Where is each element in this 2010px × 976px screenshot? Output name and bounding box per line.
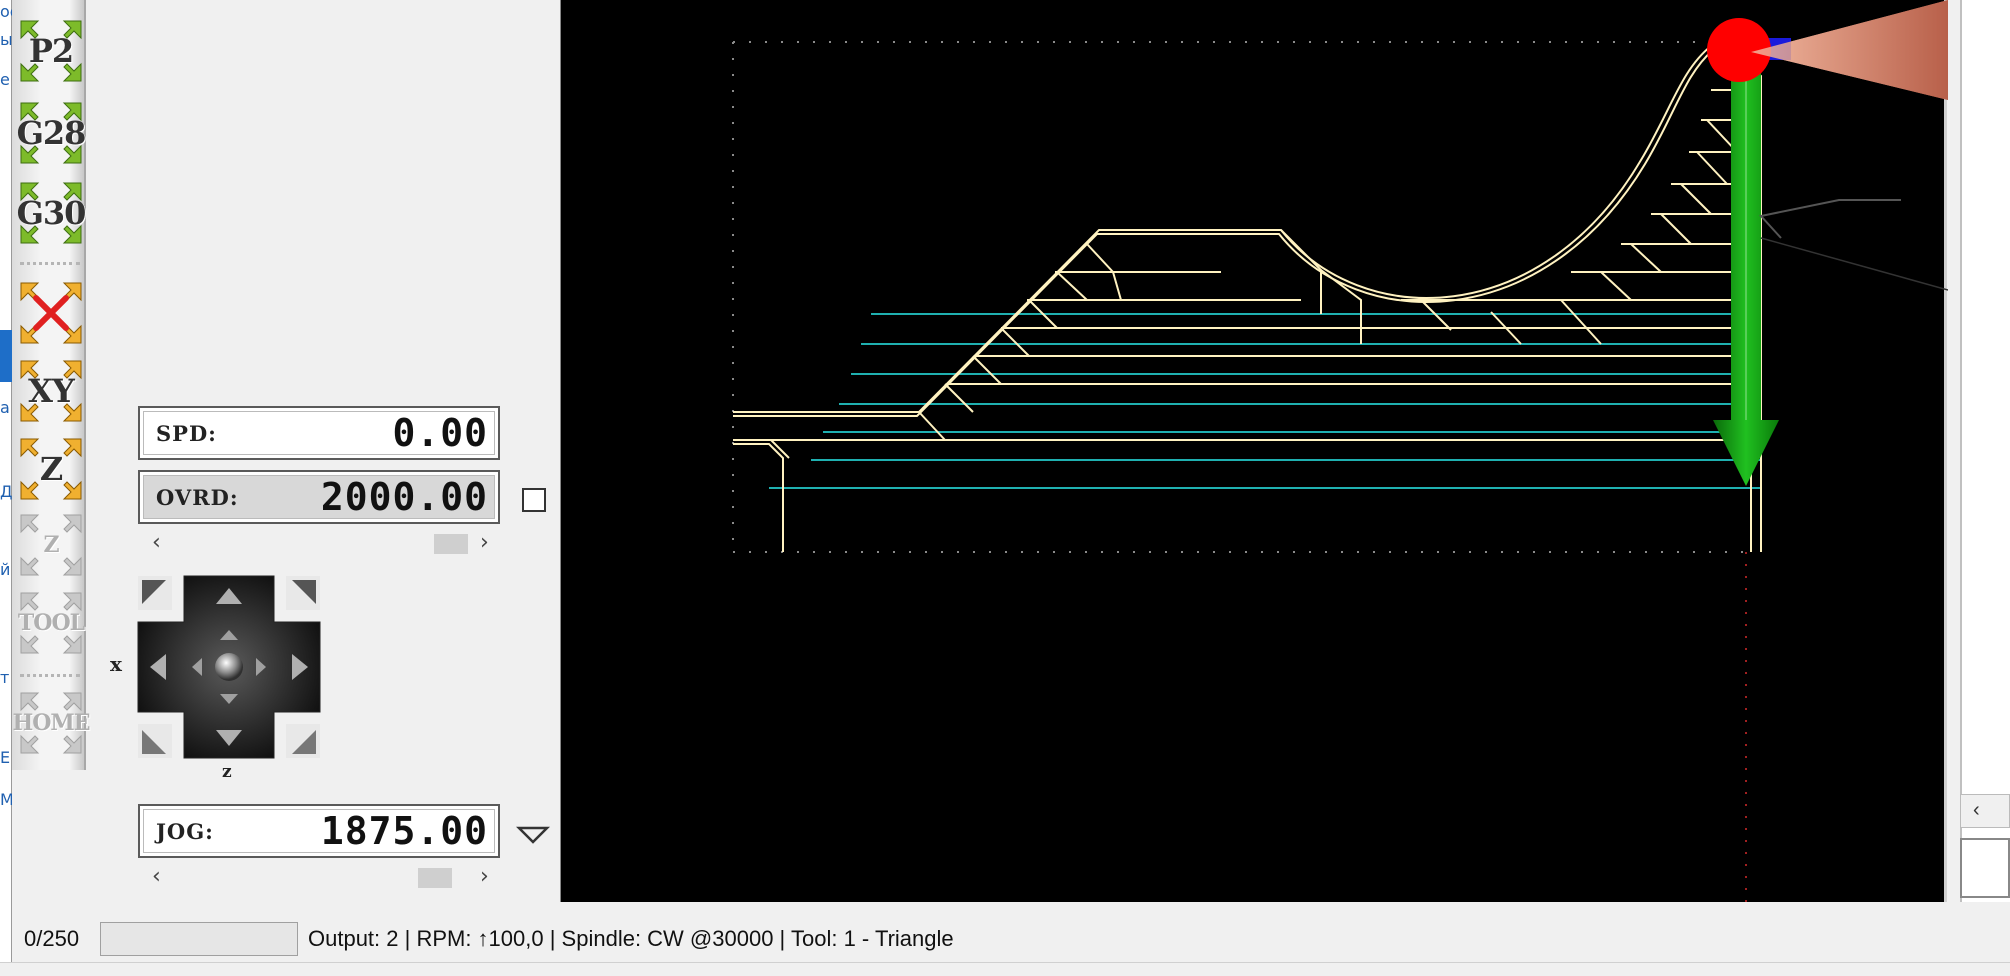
toolbar-icon-label: Z: [43, 532, 59, 558]
line-counter: 0/250: [24, 926, 80, 951]
window-bottom-edge: [0, 962, 2010, 976]
scroll-left-arrow[interactable]: ‹: [1973, 799, 1980, 822]
g28-icon[interactable]: G28: [16, 100, 87, 166]
toolbar-icon-label: P2: [28, 32, 74, 70]
toolbar-icon-label: G28: [16, 114, 87, 152]
scroll-right-arrow[interactable]: ›: [480, 530, 489, 556]
override-value: 2000.00: [320, 475, 488, 519]
chevron-down-icon: [515, 826, 551, 844]
toolbar-icon-label: XY: [28, 372, 75, 410]
jog-z-axis-label: z: [222, 762, 232, 782]
zero-z-icon[interactable]: Z: [18, 436, 84, 502]
spindle-speed-field[interactable]: SPD: 0.00: [138, 406, 500, 460]
override-field[interactable]: OVRD: 2000.00: [138, 470, 500, 524]
machine-toolbar: P2 G28 G30 XY Z Z TOOL HOME: [12, 0, 91, 770]
scroll-thumb[interactable]: [418, 868, 452, 888]
jog-up-left-button[interactable]: [138, 576, 172, 610]
progress-bar: [100, 922, 298, 956]
jog-down-left-button[interactable]: [138, 724, 172, 758]
spindle-speed-label: SPD:: [156, 420, 217, 446]
jog-up-right-button[interactable]: [286, 576, 320, 610]
override-label: OVRD:: [156, 484, 239, 510]
jog-x-axis-label: x: [110, 652, 122, 676]
probe-z-icon[interactable]: Z: [18, 512, 84, 578]
p2-icon[interactable]: P2: [18, 18, 84, 84]
toolbar-icon-label: TOOL: [17, 610, 85, 636]
override-checkbox[interactable]: [522, 488, 546, 512]
jog-down-right-button[interactable]: [286, 724, 320, 758]
toolbar-separator: [20, 262, 80, 265]
scroll-left-arrow[interactable]: ‹: [152, 864, 161, 890]
tool-change-icon[interactable]: TOOL: [17, 590, 85, 656]
g30-icon[interactable]: G30: [16, 180, 87, 246]
home-icon[interactable]: HOME: [12, 690, 91, 756]
toolbar-separator: [20, 674, 80, 677]
scroll-left-arrow[interactable]: ‹: [152, 530, 161, 556]
status-bar: 0/250 Output: 2 | RPM: ↑100,0 | Spindle:…: [12, 918, 2010, 960]
jog-rate-label: JOG:: [156, 818, 214, 844]
side-panel-scrollbar[interactable]: ‹: [1960, 794, 2010, 828]
tool-direction-arrow: [1713, 64, 1779, 486]
jog-rate-value: 1875.00: [320, 809, 488, 853]
side-panel-box: [1960, 838, 2010, 898]
jog-scrollbar[interactable]: ‹ ›: [144, 864, 500, 890]
jog-mode-dropdown[interactable]: [515, 824, 551, 846]
toolbar-icon-label: G30: [16, 194, 87, 232]
status-text: Output: 2 | RPM: ↑100,0 | Spindle: CW @3…: [308, 926, 954, 951]
zero-all-icon[interactable]: [18, 280, 84, 346]
override-scrollbar[interactable]: ‹ ›: [144, 530, 500, 556]
scroll-right-arrow[interactable]: ›: [480, 864, 489, 890]
stock-boundary: [732, 41, 1751, 553]
spindle-speed-value: 0.00: [392, 411, 488, 455]
toolbar-icon-label: HOME: [12, 710, 90, 736]
jog-pad: [136, 574, 322, 760]
toolpath-lines: [733, 45, 1762, 552]
jog-rate-field[interactable]: JOG: 1875.00: [138, 804, 500, 858]
toolbar-icon-label: Z: [39, 450, 63, 488]
background-window-edge: ое ы е а Д й т Е М: [0, 0, 12, 976]
toolpath-view[interactable]: [560, 0, 1949, 902]
side-panel-edge: [1960, 0, 2010, 902]
scroll-thumb[interactable]: [434, 534, 468, 554]
zero-xy-icon[interactable]: XY: [18, 358, 84, 424]
feed-moves: [769, 110, 1762, 552]
